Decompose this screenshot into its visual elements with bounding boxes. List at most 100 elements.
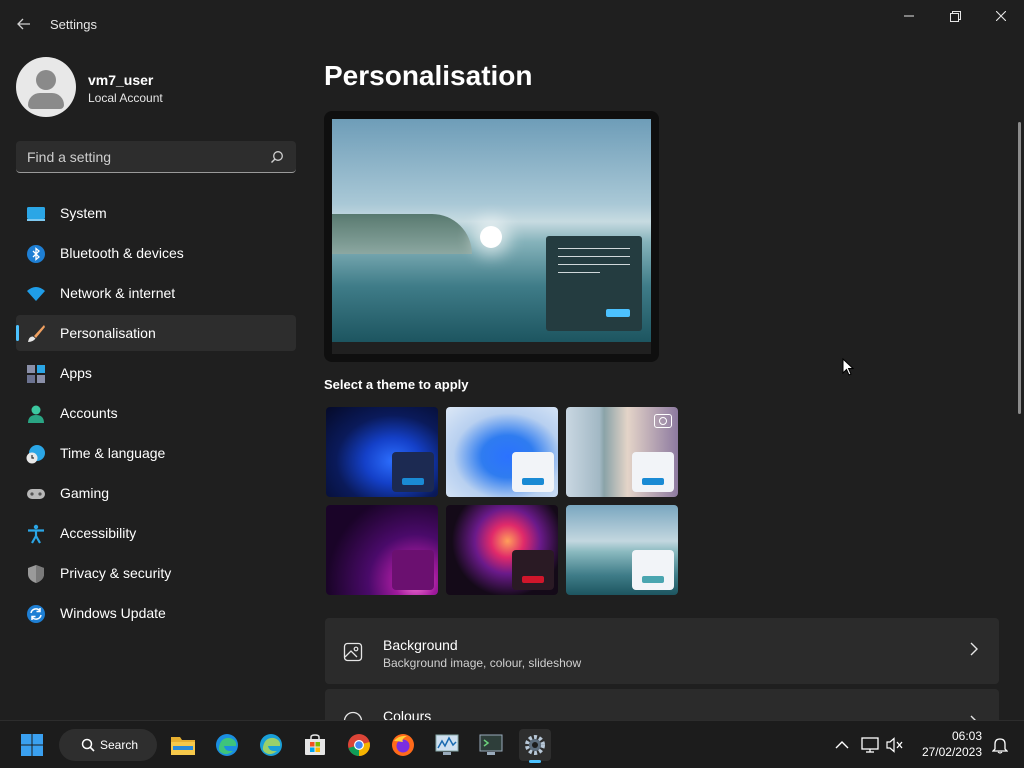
arrow-left-icon <box>17 18 30 30</box>
avatar-head <box>36 70 56 90</box>
maximize-button[interactable] <box>932 0 978 32</box>
preview-taskbar <box>332 342 651 354</box>
volume-muted-icon <box>886 737 903 753</box>
camera-icon <box>654 414 672 428</box>
preview-accent-button <box>606 309 630 317</box>
user-name: vm7_user <box>88 72 154 88</box>
theme-tile-glow[interactable] <box>326 505 438 595</box>
taskbar-settings[interactable] <box>519 729 551 763</box>
tray-volume-button[interactable] <box>879 729 911 761</box>
card-title: Colours <box>383 708 432 720</box>
palette-icon <box>343 711 363 720</box>
sidebar-item-label: Network & internet <box>60 285 176 301</box>
sidebar-item-label: Bluetooth & devices <box>60 245 184 261</box>
sidebar-item-windows-update[interactable]: Windows Update <box>16 595 296 631</box>
theme-tile-flow[interactable] <box>566 505 678 595</box>
maximize-icon <box>949 10 961 22</box>
theme-tile-captured-motion[interactable] <box>446 505 558 595</box>
colours-card[interactable]: Colours <box>325 689 999 720</box>
taskbar-edge-beta[interactable] <box>255 729 287 761</box>
firefox-icon <box>392 734 414 756</box>
gamepad-icon <box>27 489 45 499</box>
theme-tile-windows-spotlight[interactable] <box>566 407 678 497</box>
sidebar-item-privacy[interactable]: Privacy & security <box>16 555 296 591</box>
account-type: Local Account <box>88 91 163 105</box>
chevron-right-icon <box>970 642 978 656</box>
theme-section-label: Select a theme to apply <box>324 377 469 392</box>
back-button[interactable] <box>12 10 36 38</box>
sidebar-item-accounts[interactable]: Accounts <box>16 395 296 431</box>
clock-time[interactable]: 06:03 <box>940 729 982 743</box>
sidebar-item-apps[interactable]: Apps <box>16 355 296 391</box>
background-card[interactable]: Background Background image, colour, sli… <box>325 618 999 684</box>
chevron-up-icon <box>835 741 849 749</box>
start-button[interactable] <box>16 729 48 761</box>
card-title: Background <box>383 637 458 653</box>
preview-wallpaper <box>332 119 651 342</box>
theme-preview <box>324 111 659 362</box>
taskbar-store[interactable] <box>299 729 331 761</box>
theme-accent-chip <box>632 550 674 590</box>
theme-accent-chip <box>512 550 554 590</box>
search-placeholder: Find a setting <box>27 149 112 165</box>
image-icon <box>343 642 363 662</box>
accessibility-icon <box>28 524 44 544</box>
sidebar-item-label: Windows Update <box>60 605 166 621</box>
theme-tile-windows-dark[interactable] <box>326 407 438 497</box>
close-button[interactable] <box>978 0 1024 32</box>
sidebar-item-system[interactable]: System <box>16 195 296 231</box>
notifications-button[interactable] <box>984 729 1016 761</box>
taskbar-file-explorer[interactable] <box>167 729 199 761</box>
sidebar-item-personalisation[interactable]: Personalisation <box>16 315 296 351</box>
terminal-icon <box>479 734 503 755</box>
sidebar-item-accessibility[interactable]: Accessibility <box>16 515 296 551</box>
avatar[interactable] <box>16 57 76 117</box>
sidebar-item-label: Privacy & security <box>60 565 172 581</box>
accounts-icon <box>28 405 44 423</box>
theme-tile-windows-light[interactable] <box>446 407 558 497</box>
taskbar-terminal[interactable] <box>475 729 507 761</box>
update-icon <box>27 605 45 623</box>
apps-icon <box>27 365 45 383</box>
store-icon <box>305 734 325 755</box>
notification-bell-icon <box>992 738 1008 754</box>
minimize-button[interactable] <box>886 0 932 32</box>
taskbar-edge[interactable] <box>211 729 243 761</box>
shield-icon <box>28 565 44 583</box>
sidebar-item-gaming[interactable]: Gaming <box>16 475 296 511</box>
taskbar-chrome[interactable] <box>343 729 375 761</box>
search-input[interactable]: Find a setting <box>16 141 296 173</box>
scrollbar[interactable] <box>1018 122 1021 414</box>
settings-icon <box>525 735 545 755</box>
search-icon <box>81 738 95 752</box>
sidebar-item-network[interactable]: Network & internet <box>16 275 296 311</box>
sidebar-item-label: Time & language <box>60 445 166 461</box>
bluetooth-icon <box>27 245 45 263</box>
search-icon <box>271 151 283 163</box>
preview-window <box>546 236 642 331</box>
close-icon <box>996 11 1006 21</box>
taskbar-search-label: Search <box>100 738 139 752</box>
clock-date[interactable]: 27/02/2023 <box>916 745 982 759</box>
sidebar-nav: System Bluetooth & devices Network & int… <box>16 195 296 635</box>
page-title: Personalisation <box>324 60 533 91</box>
sidebar-item-bluetooth[interactable]: Bluetooth & devices <box>16 235 296 271</box>
taskbar-performance-monitor[interactable] <box>431 729 463 761</box>
sidebar-item-label: Apps <box>60 365 92 381</box>
chrome-icon <box>348 734 370 756</box>
minimize-icon <box>904 15 914 17</box>
system-icon <box>27 207 45 221</box>
sidebar-item-label: Accessibility <box>60 525 137 541</box>
taskbar-firefox[interactable] <box>387 729 419 761</box>
sidebar-item-label: Gaming <box>60 485 110 501</box>
theme-accent-chip <box>632 452 674 492</box>
taskbar-search[interactable]: Search <box>59 729 157 761</box>
sidebar-item-label: System <box>60 205 107 221</box>
taskbar: Search 06:03 27/02/2023 <box>0 720 1024 768</box>
theme-accent-chip <box>512 452 554 492</box>
sidebar-item-label: Accounts <box>60 405 118 421</box>
clock-globe-icon <box>26 445 45 464</box>
theme-accent-chip <box>392 550 434 590</box>
sidebar-item-time-language[interactable]: Time & language <box>16 435 296 471</box>
file-explorer-icon <box>171 737 195 755</box>
